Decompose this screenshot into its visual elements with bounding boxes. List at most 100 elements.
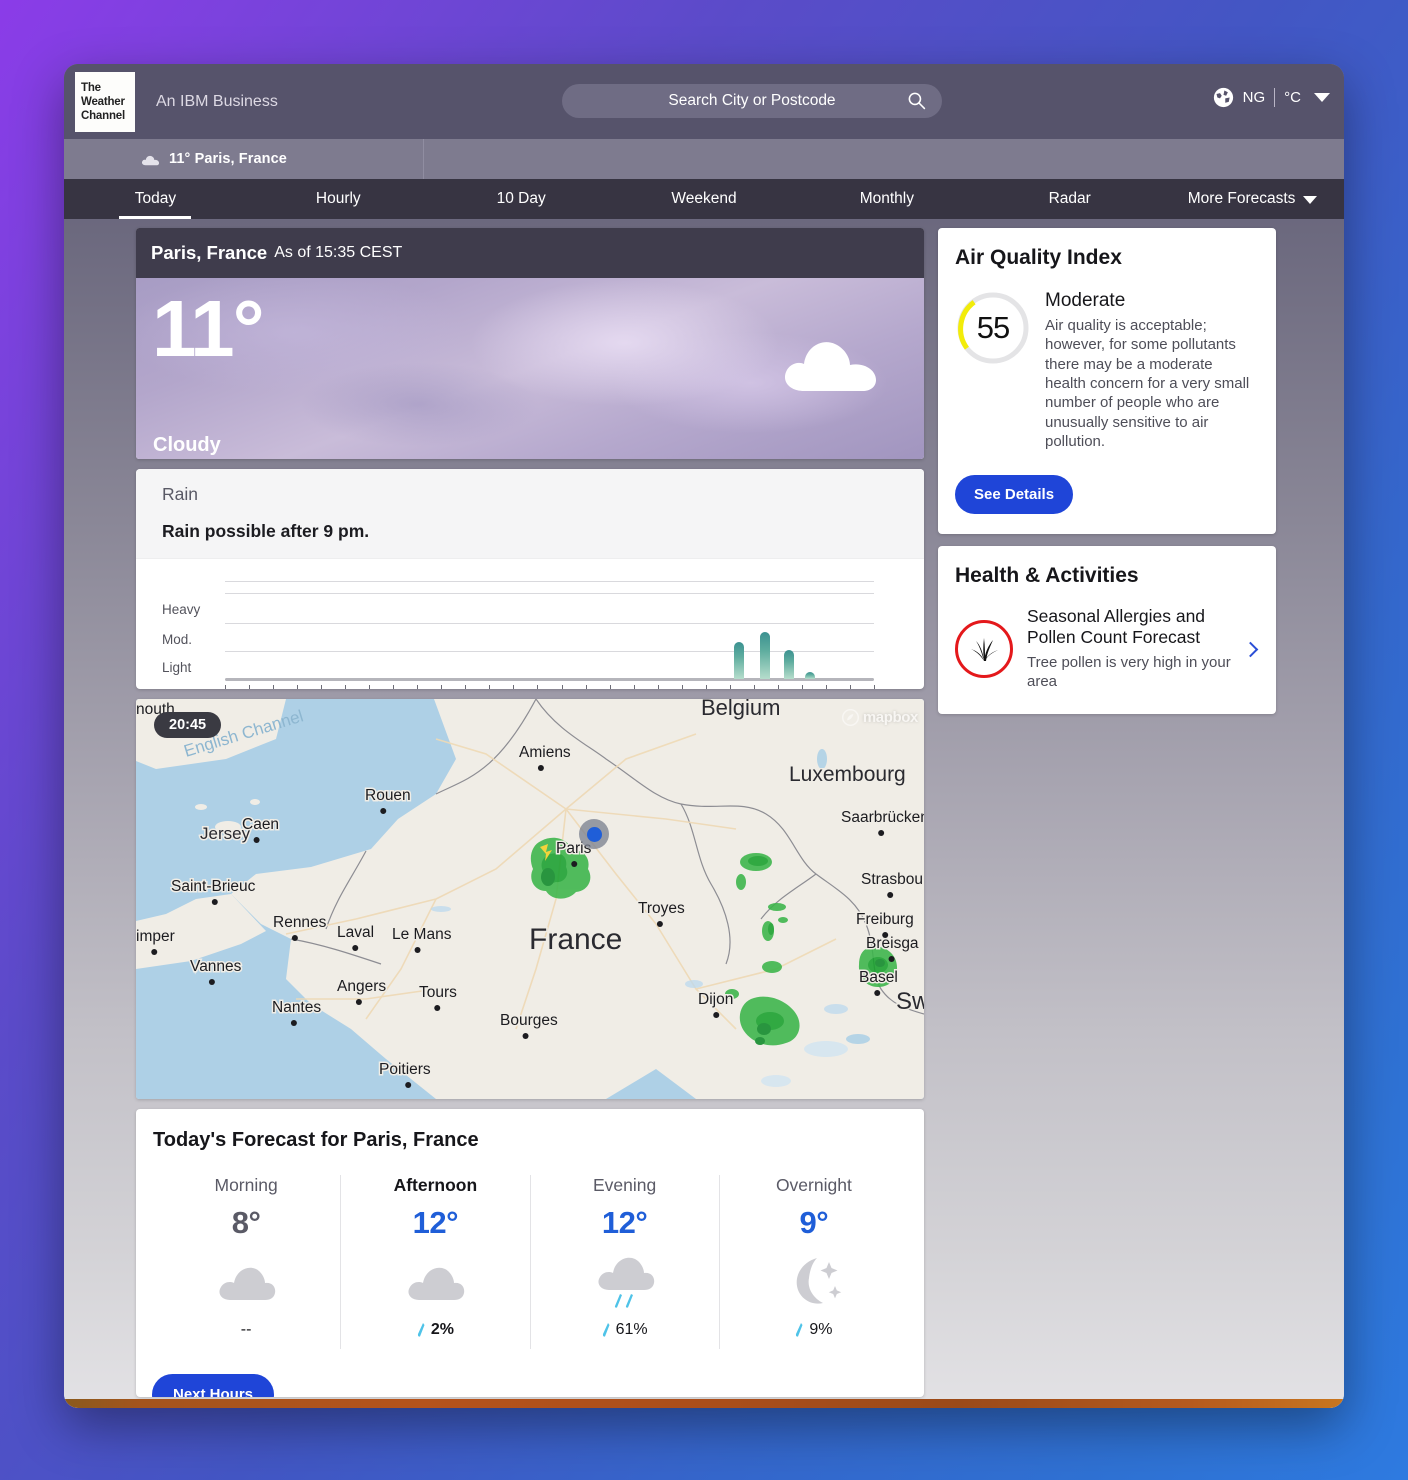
chevron-down-icon[interactable] <box>1314 93 1330 102</box>
main-column: Paris, France As of 15:35 CEST 11° Cloud… <box>136 228 924 1397</box>
chart-gridline <box>225 581 874 582</box>
map-city-dot <box>522 1033 529 1039</box>
tab-label: Radar <box>1048 190 1091 207</box>
map-label: Strasbou <box>861 871 923 888</box>
current-city: Paris, France <box>151 242 268 263</box>
map-city-dot <box>414 947 421 953</box>
see-details-button[interactable]: See Details <box>955 475 1074 515</box>
chart-x-tick <box>849 685 851 689</box>
chevron-right-icon[interactable] <box>1242 641 1259 657</box>
map-city-dot <box>537 765 544 771</box>
map-label: Rouen <box>365 787 411 804</box>
map-label: Nantes <box>272 999 321 1016</box>
rain-chart: HeavyMod.Light Now171819202122 <box>136 559 924 689</box>
tab-hourly[interactable]: Hourly <box>247 179 430 219</box>
chart-x-tick <box>585 685 587 689</box>
air-quality-title: Air Quality Index <box>955 246 1122 269</box>
chart-x-tick <box>777 685 779 689</box>
map-label: imper <box>136 928 175 945</box>
chart-x-tick <box>465 685 467 689</box>
tab-10-day[interactable]: 10 Day <box>430 179 613 219</box>
tab-label: Hourly <box>315 190 361 207</box>
search-bar[interactable] <box>562 84 942 118</box>
cloud-icon <box>152 1249 340 1315</box>
current-location-pin[interactable] <box>579 819 609 849</box>
chart-x-tick <box>801 685 803 689</box>
pin-dot <box>586 826 602 842</box>
forecast-period-label: Morning <box>214 1175 278 1195</box>
map-city-dot <box>434 1005 441 1011</box>
tab-label: More Forecasts <box>1187 190 1296 207</box>
rain-card-header: Rain Rain possible after 9 pm. <box>136 469 924 559</box>
map-label: Vannes <box>190 958 242 975</box>
location-temp-place: 11° Paris, France <box>169 151 287 167</box>
rain-chart-plot <box>225 581 874 681</box>
language-label[interactable]: NG <box>1243 89 1266 106</box>
forecast-column-evening[interactable]: Evening 12° 61% <box>531 1175 720 1349</box>
chart-x-tick <box>441 685 443 689</box>
forecast-column-morning[interactable]: Morning 8° -- <box>152 1175 342 1349</box>
rain-chart-ticks <box>225 685 875 689</box>
forecast-column-overnight[interactable]: Overnight 9° 9% <box>720 1175 908 1349</box>
pollen-forecast-title: Seasonal Allergies and Pollen Count Fore… <box>1027 606 1206 648</box>
map-label: Freiburg <box>856 911 914 928</box>
map-label: Basel <box>859 969 898 986</box>
cloud-icon <box>341 1249 529 1315</box>
chart-y-tick-label: Light <box>162 660 192 675</box>
map-city-dot <box>571 861 578 867</box>
tab-today[interactable]: Today <box>64 179 247 219</box>
current-as-of: As of 15:35 CEST <box>274 244 403 261</box>
forecast-temp: 9° <box>799 1205 829 1240</box>
tab-radar[interactable]: Radar <box>978 179 1161 219</box>
next-hours-button[interactable]: Next Hours <box>152 1374 275 1397</box>
pollen-forecast-row[interactable]: Seasonal Allergies and Pollen Count Fore… <box>955 606 1262 692</box>
tab-more-forecasts[interactable]: More Forecasts <box>1161 179 1344 219</box>
unit-label[interactable]: °C <box>1284 89 1301 106</box>
map-label: Switz <box>896 988 924 1015</box>
chart-x-tick <box>561 685 563 689</box>
radar-map[interactable]: English Channel Belgium Luxembourg France Sw… <box>136 699 924 1099</box>
chart-x-tick <box>537 685 539 689</box>
globe-icon[interactable] <box>1213 87 1234 108</box>
map-label: Bourges <box>500 1012 558 1029</box>
primary-nav: Today Hourly 10 Day Weekend Monthly Rada… <box>64 179 1344 219</box>
weather-channel-logo[interactable]: The Weather Channel <box>75 72 135 132</box>
mapbox-attribution[interactable]: mapbox <box>841 709 918 726</box>
chart-x-tick <box>321 685 323 689</box>
forecast-precip: 9% <box>720 1321 908 1339</box>
mapbox-logo-icon <box>841 709 859 726</box>
rain-cloud-icon <box>531 1249 719 1315</box>
raindrop-icon <box>602 1323 610 1337</box>
pollen-forecast-subtitle: Tree pollen is very high in your area <box>1027 654 1231 691</box>
rain-bar <box>734 641 745 679</box>
chart-x-tick <box>369 685 371 689</box>
map-label: Angers <box>337 978 386 995</box>
header-settings: NG °C <box>1213 87 1330 108</box>
location-chip[interactable]: 11° Paris, France <box>64 139 424 179</box>
map-canvas[interactable]: English Channel BelgiumLuxembourgFranceSw… <box>136 699 924 1099</box>
forecast-column-afternoon[interactable]: Afternoon 12° 2% <box>341 1175 531 1349</box>
map-city-dot <box>380 808 387 814</box>
tab-label: Today <box>134 190 177 207</box>
rain-bar <box>760 632 771 679</box>
location-bar: 11° Paris, France <box>64 139 1344 179</box>
page-scroll-area[interactable]: The Weather Channel An IBM Business NG <box>64 64 1344 1408</box>
map-city-dot <box>405 1082 412 1088</box>
tab-weekend[interactable]: Weekend <box>613 179 796 219</box>
header-divider <box>1274 88 1276 107</box>
search-input[interactable] <box>562 84 942 118</box>
current-conditions-card: Paris, France As of 15:35 CEST 11° Cloud… <box>136 228 924 459</box>
ibm-business-tagline: An IBM Business <box>156 92 278 110</box>
aqi-value: 55 <box>976 310 1010 345</box>
tab-monthly[interactable]: Monthly <box>795 179 978 219</box>
health-activities-card: Health & Activities Seasonal Allergies a… <box>938 546 1276 714</box>
map-city-dot <box>208 979 215 985</box>
current-condition: Cloudy <box>153 434 221 456</box>
chart-gridline <box>225 651 874 652</box>
map-label: Troyes <box>638 900 685 917</box>
browser-window: The Weather Channel An IBM Business NG <box>64 64 1344 1408</box>
chart-x-tick <box>345 685 347 689</box>
search-icon[interactable] <box>907 91 926 110</box>
map-label: Belgium <box>701 699 780 720</box>
map-label: Saint-Brieuc <box>171 878 256 895</box>
